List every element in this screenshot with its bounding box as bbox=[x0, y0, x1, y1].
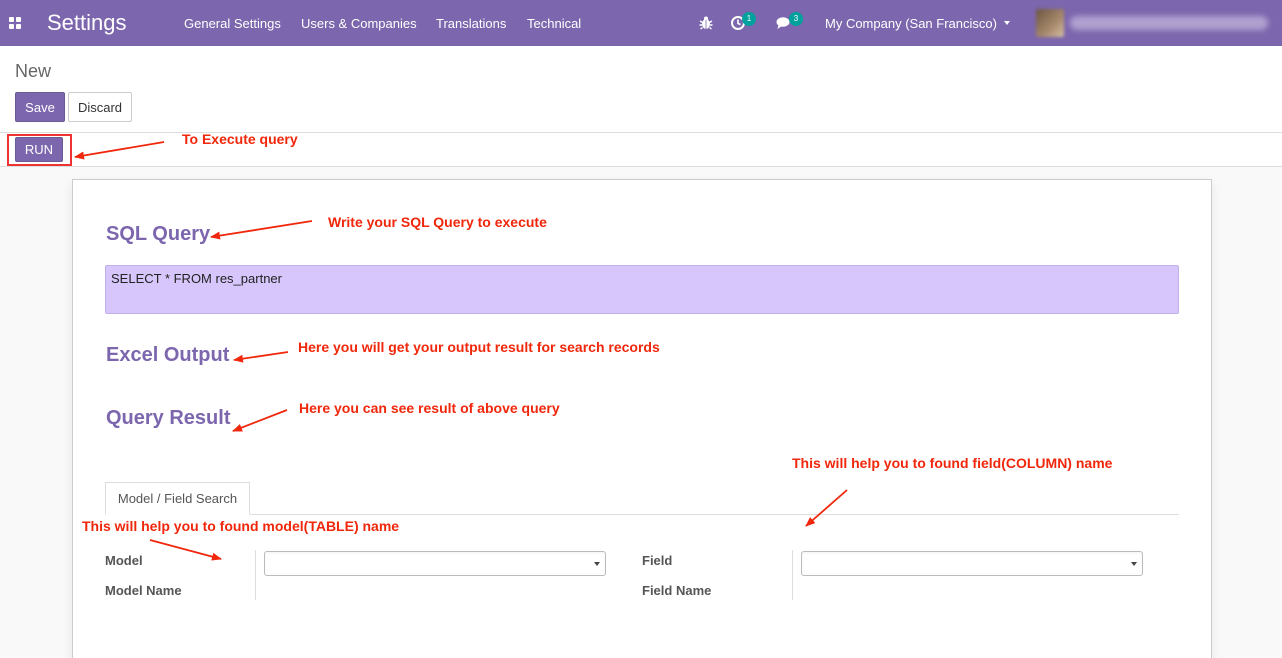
control-panel: New Save Discard bbox=[0, 46, 1282, 133]
field-label: Field bbox=[642, 553, 673, 568]
debug-bug-icon[interactable] bbox=[697, 14, 715, 32]
menu-technical[interactable]: Technical bbox=[527, 16, 581, 31]
annotation-run: To Execute query bbox=[182, 131, 298, 147]
query-result-title: Query Result bbox=[106, 407, 231, 429]
annotation-result: Here you can see result of above query bbox=[299, 400, 560, 416]
field-name-label: Field Name bbox=[642, 583, 712, 598]
model-select[interactable] bbox=[264, 551, 606, 576]
messages-badge: 3 bbox=[789, 12, 803, 26]
menu-users-companies[interactable]: Users & Companies bbox=[301, 16, 417, 31]
field-separator bbox=[792, 550, 793, 600]
menu-general-settings[interactable]: General Settings bbox=[184, 16, 281, 31]
model-label: Model bbox=[105, 553, 143, 568]
breadcrumb: New bbox=[15, 61, 52, 81]
sql-query-title: SQL Query bbox=[106, 223, 211, 245]
model-separator bbox=[255, 550, 256, 600]
annotation-field: This will help you to found field(COLUMN… bbox=[792, 455, 1113, 471]
sql-query-input[interactable]: SELECT * FROM res_partner bbox=[105, 265, 1179, 314]
run-query-button[interactable]: RUN bbox=[15, 137, 63, 162]
menu-translations[interactable]: Translations bbox=[436, 16, 506, 31]
field-select[interactable] bbox=[801, 551, 1143, 576]
activity-badge: 1 bbox=[742, 12, 756, 26]
annotation-model: This will help you to found model(TABLE)… bbox=[82, 518, 400, 534]
discard-button[interactable]: Discard bbox=[68, 92, 132, 122]
user-name-blurred[interactable] bbox=[1070, 16, 1268, 30]
model-name-label: Model Name bbox=[105, 583, 182, 598]
chevron-down-icon[interactable] bbox=[1004, 21, 1010, 25]
tab-model-field-search[interactable]: Model / Field Search bbox=[105, 482, 250, 515]
chevron-down-icon bbox=[594, 562, 600, 566]
chevron-down-icon bbox=[1131, 562, 1137, 566]
annotation-excel: Here you will get your output result for… bbox=[298, 339, 660, 355]
annotation-sql: Write your SQL Query to execute bbox=[328, 214, 547, 230]
app-title[interactable]: Settings bbox=[47, 10, 127, 36]
tab-divider bbox=[105, 514, 1179, 515]
top-navbar: Settings General Settings Users & Compan… bbox=[0, 0, 1282, 46]
excel-output-title: Excel Output bbox=[106, 344, 230, 366]
apps-menu-icon[interactable] bbox=[9, 17, 21, 29]
user-avatar[interactable] bbox=[1036, 9, 1064, 37]
save-button[interactable]: Save bbox=[15, 92, 65, 122]
company-switcher[interactable]: My Company (San Francisco) bbox=[825, 16, 997, 31]
